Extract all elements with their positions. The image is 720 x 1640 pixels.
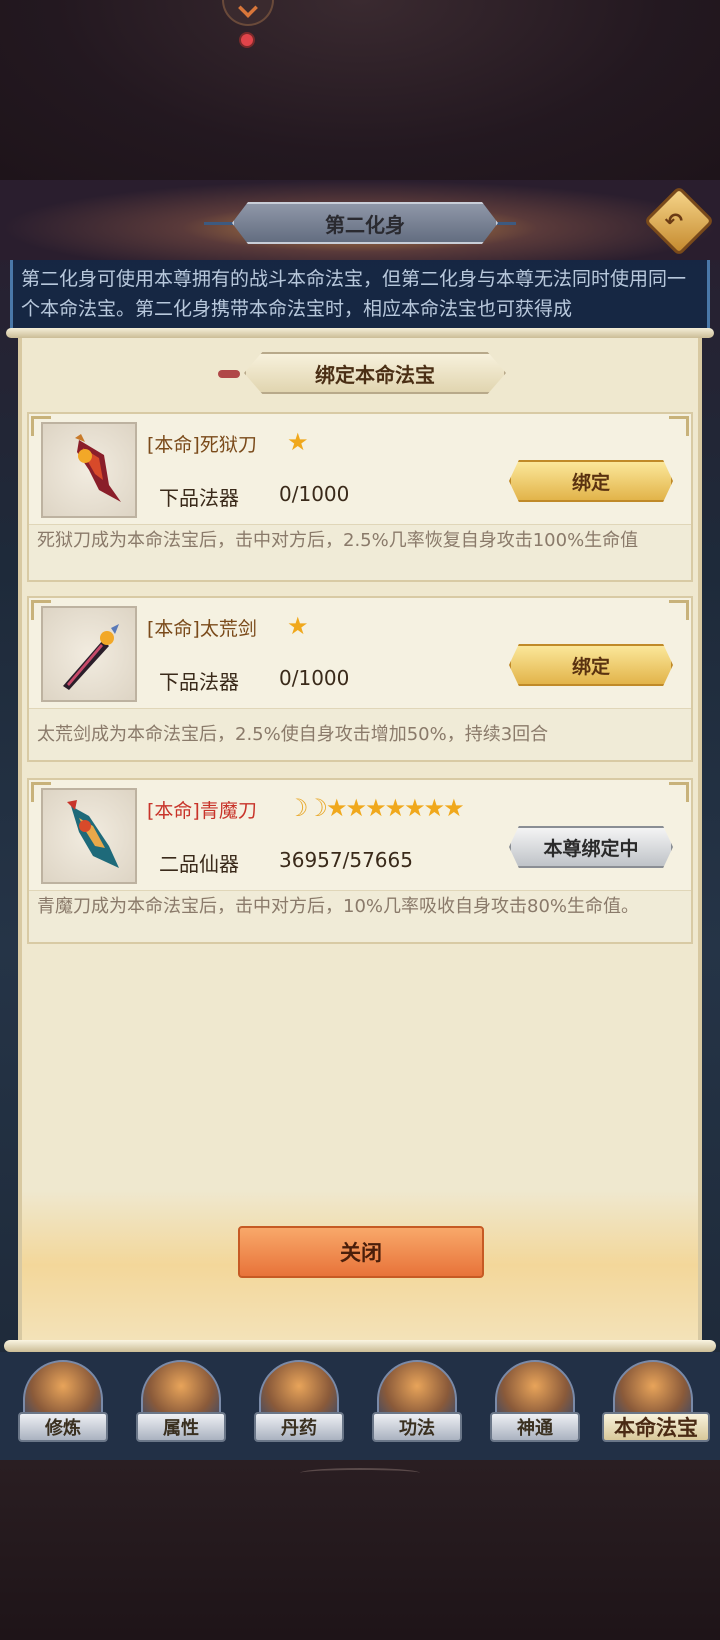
info-strip: 第二化身可使用本尊拥有的战斗本命法宝，但第二化身与本尊无法同时使用同一个本命法宝… [10, 260, 710, 330]
nav-label: 本命法宝 [602, 1412, 710, 1442]
scroll-top-roll [6, 328, 714, 338]
nav-item-techniques[interactable]: 功法 [372, 1360, 462, 1452]
card-corner [669, 782, 689, 802]
nav-item-attributes[interactable]: 属性 [136, 1360, 226, 1452]
bound-status-button[interactable]: 本尊绑定中 [509, 826, 673, 868]
artifact-progress: 0/1000 [279, 482, 350, 506]
artifact-description: 青魔刀成为本命法宝后，击中对方后，10%几率吸收自身攻击80%生命值。 [29, 890, 691, 942]
artifact-grade: 下品法器 [159, 670, 239, 694]
nav-label: 神通 [490, 1412, 580, 1442]
close-button[interactable]: 关闭 [238, 1226, 484, 1278]
ornament [300, 1468, 420, 1478]
scroll-panel: 绑定本命法宝 [本命]死狱刀 ★ 下品法器 0/1000 绑定 死狱刀成为本命法… [18, 330, 702, 1340]
section-title: 绑定本命法宝 [244, 352, 506, 394]
nav-label: 修炼 [18, 1412, 108, 1442]
moon-star-icon: ☽☽★★★★★★★ [287, 794, 465, 822]
nav-label: 丹药 [254, 1412, 344, 1442]
bottom-nav: 修炼 属性 丹药 功法 神通 本命法宝 [0, 1352, 720, 1462]
artifact-card: [本命]青魔刀 ☽☽★★★★★★★ 二品仙器 36957/57665 本尊绑定中… [27, 778, 693, 944]
panel-title: 第二化身 [232, 202, 498, 244]
artifact-grade: 下品法器 [159, 486, 239, 510]
artifact-name: [本命]死狱刀 [147, 434, 257, 456]
bottom-area [0, 1460, 720, 1640]
artifact-grade: 二品仙器 [159, 852, 239, 876]
panel-header: 第二化身 ↶ [0, 180, 720, 260]
notification-dot [239, 32, 255, 48]
nav-item-powers[interactable]: 神通 [490, 1360, 580, 1452]
nav-label: 功法 [372, 1412, 462, 1442]
artifact-card: [本命]太荒剑 ★ 下品法器 0/1000 绑定 太荒剑成为本命法宝后，2.5%… [27, 596, 693, 762]
top-area [0, 0, 720, 180]
nav-item-artifact[interactable]: 本命法宝 [602, 1360, 710, 1452]
sword-icon[interactable] [41, 606, 137, 702]
back-arrow-icon: ↶ [664, 209, 684, 235]
pin-left-icon [218, 370, 240, 378]
scroll-footer: 关闭 [22, 1190, 698, 1340]
second-avatar-panel: 第二化身 ↶ 第二化身可使用本尊拥有的战斗本命法宝，但第二化身与本尊无法同时使用… [0, 180, 720, 1462]
bind-button[interactable]: 绑定 [509, 644, 673, 686]
artifact-description: 太荒剑成为本命法宝后，2.5%使自身攻击增加50%，持续3回合 [29, 708, 691, 760]
back-button[interactable]: ↶ [643, 185, 715, 257]
star-icon: ★ [287, 612, 308, 640]
artifact-name: [本命]太荒剑 [147, 618, 257, 640]
scroll-bottom-roll [4, 1340, 716, 1352]
info-text: 第二化身可使用本尊拥有的战斗本命法宝，但第二化身与本尊无法同时使用同一个本命法宝… [21, 268, 687, 320]
expand-chevron-icon[interactable] [222, 0, 274, 26]
card-corner [669, 600, 689, 620]
artifact-progress: 0/1000 [279, 666, 350, 690]
artifact-progress: 36957/57665 [279, 848, 413, 872]
star-icon: ★ [287, 428, 308, 456]
title-line-left [204, 222, 234, 225]
artifact-description: 死狱刀成为本命法宝后，击中对方后，2.5%几率恢复自身攻击100%生命值 [29, 524, 691, 580]
bind-button[interactable]: 绑定 [509, 460, 673, 502]
nav-item-elixir[interactable]: 丹药 [254, 1360, 344, 1452]
nav-item-cultivation[interactable]: 修炼 [18, 1360, 108, 1452]
section-title-row: 绑定本命法宝 [22, 342, 698, 402]
artifact-card: [本命]死狱刀 ★ 下品法器 0/1000 绑定 死狱刀成为本命法宝后，击中对方… [27, 412, 693, 582]
blade-icon[interactable] [41, 422, 137, 518]
saber-icon[interactable] [41, 788, 137, 884]
artifact-name: [本命]青魔刀 [147, 800, 257, 822]
nav-label: 属性 [136, 1412, 226, 1442]
moon-icon: ☽☽ [287, 794, 328, 822]
star-icon: ★★★★★★★ [326, 794, 465, 822]
card-corner [669, 416, 689, 436]
